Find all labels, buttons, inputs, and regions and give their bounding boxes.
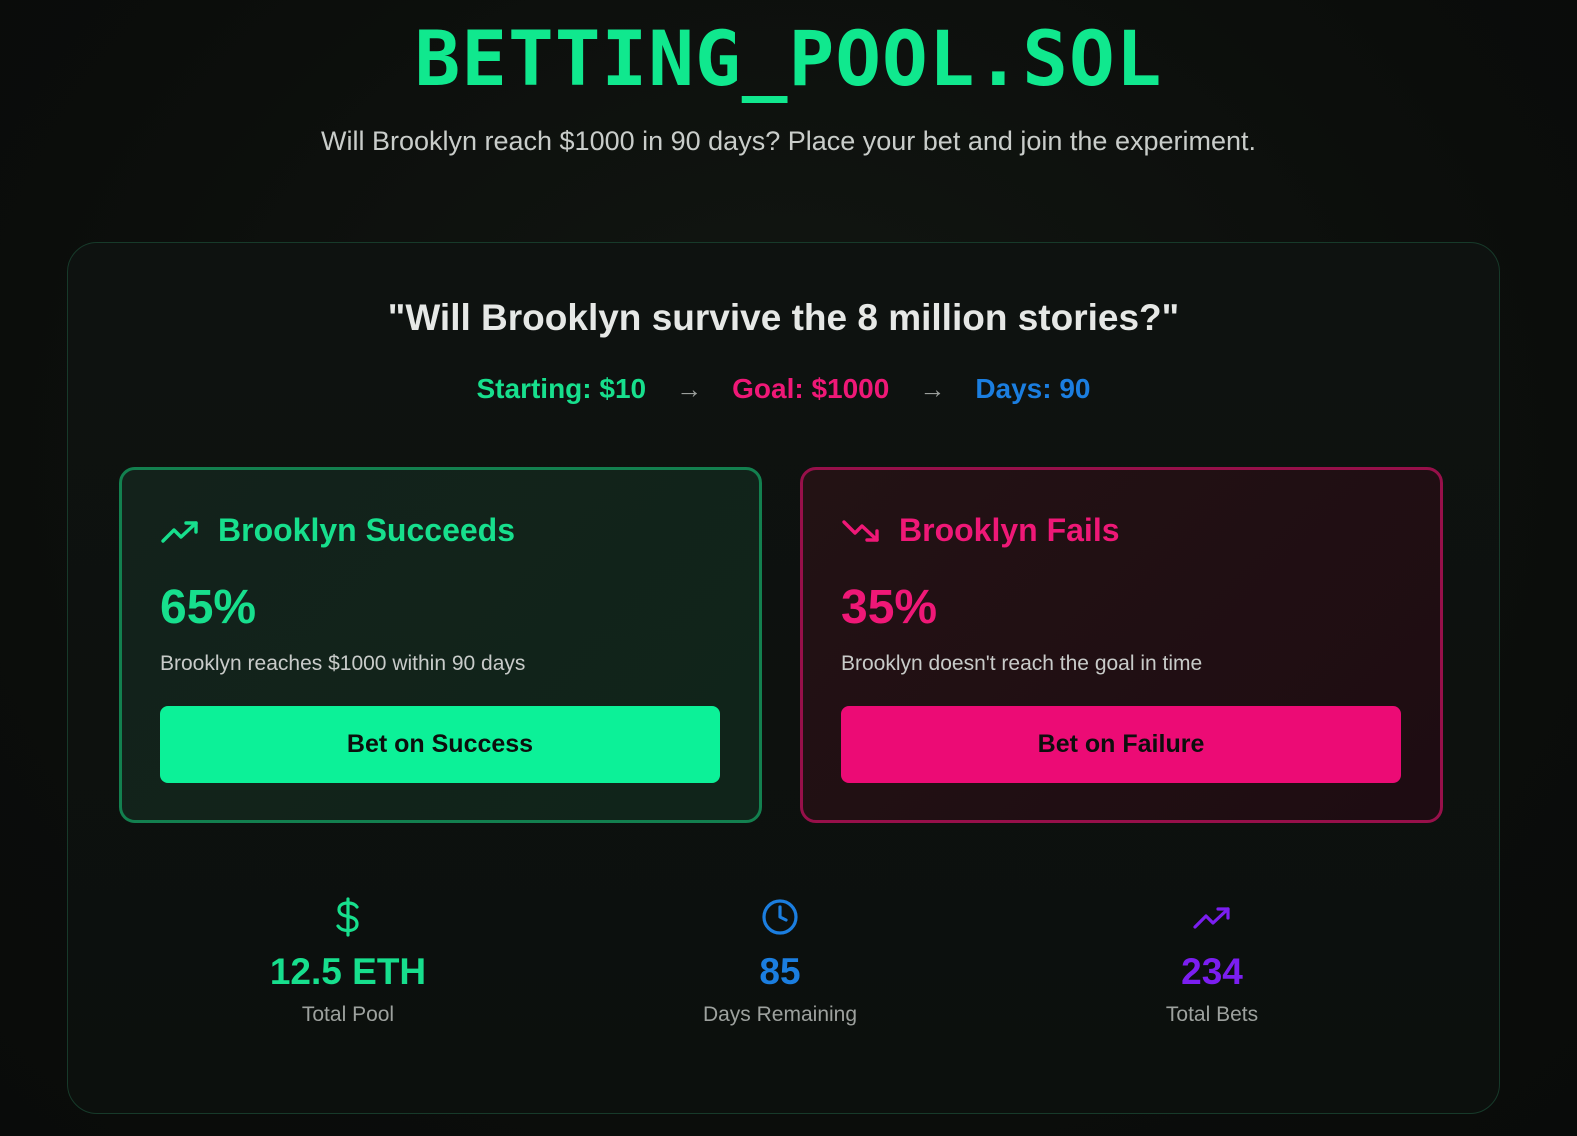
failure-card: Brooklyn Fails 35% Brooklyn doesn't reac… [800, 467, 1443, 823]
success-description: Brooklyn reaches $1000 within 90 days [160, 652, 526, 675]
total-bets-label: Total Bets [1165, 1003, 1259, 1026]
days-count: Days: 90 [975, 373, 1091, 404]
page-title: BETTING_POOL.SOL [414, 14, 1163, 103]
success-card-title: Brooklyn Succeeds [218, 512, 515, 548]
dollar-icon [198, 895, 498, 939]
trending-down-icon [842, 519, 879, 542]
trending-up-icon [161, 520, 198, 543]
days-remaining-stat: 85 Days Remaining [630, 895, 930, 1027]
starting-amount: Starting: $10 [476, 373, 647, 404]
challenge-summary: Starting: $10 → Goal: $1000 → Days: 90 [68, 373, 1499, 405]
total-pool-value: 12.5 ETH [269, 951, 427, 992]
page-subtitle: Will Brooklyn reach $1000 in 90 days? Pl… [320, 126, 1257, 156]
arrow-right-icon: → [676, 373, 703, 404]
clock-icon [630, 895, 930, 939]
total-bets-stat: 234 Total Bets [1062, 895, 1362, 1027]
success-card-header: Brooklyn Succeeds [160, 512, 515, 549]
days-remaining-label: Days Remaining [702, 1003, 858, 1026]
failure-card-header: Brooklyn Fails [841, 512, 1120, 549]
failure-card-title: Brooklyn Fails [899, 512, 1120, 548]
bet-success-button[interactable]: Bet on Success [160, 706, 720, 783]
trending-up-icon [1062, 895, 1362, 939]
betting-panel: "Will Brooklyn survive the 8 million sto… [67, 242, 1500, 1114]
bet-question: "Will Brooklyn survive the 8 million sto… [387, 297, 1180, 338]
failure-percent: 35% [841, 581, 938, 634]
success-percent: 65% [160, 581, 257, 634]
failure-description: Brooklyn doesn't reach the goal in time [841, 652, 1203, 675]
goal-amount: Goal: $1000 [732, 373, 890, 404]
arrow-right-icon: → [919, 373, 946, 404]
total-pool-stat: 12.5 ETH Total Pool [198, 895, 498, 1027]
total-bets-value: 234 [1181, 951, 1243, 992]
days-remaining-value: 85 [759, 951, 801, 992]
success-card: Brooklyn Succeeds 65% Brooklyn reaches $… [119, 467, 762, 823]
total-pool-label: Total Pool [301, 1003, 395, 1026]
bet-failure-button[interactable]: Bet on Failure [841, 706, 1401, 783]
